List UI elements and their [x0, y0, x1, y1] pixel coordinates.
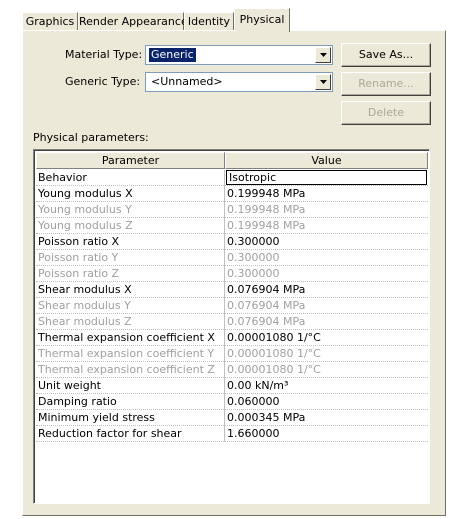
generic-type-value: <Unnamed> [151, 75, 223, 88]
parameter-name: Minimum yield stress [36, 410, 225, 426]
table-row[interactable]: Young modulus X 0.199948 MPa [36, 186, 428, 202]
table-row[interactable]: Thermal expansion coefficient X 0.0000108… [36, 330, 428, 346]
table-row[interactable]: Behavior Isotropic [36, 170, 428, 186]
grid-header: Parameter Value [36, 152, 428, 169]
dropdown-arrow-icon[interactable] [315, 74, 331, 90]
parameters-grid: Parameter Value Behavior Isotropic Young m… [33, 149, 430, 504]
parameter-value: 0.00001080 1/°C [227, 347, 321, 360]
parameter-value[interactable]: 0.076904 MPa [225, 282, 428, 298]
table-row[interactable]: Minimum yield stress 0.000345 MPa [36, 410, 428, 426]
table-row[interactable]: Shear modulus Z 0.076904 MPa [36, 314, 428, 330]
parameter-value: 0.300000 [227, 267, 280, 280]
table-row[interactable]: Young modulus Z 0.199948 MPa [36, 218, 428, 234]
grid-rows: Behavior Isotropic Young modulus X 0.199948… [36, 170, 428, 442]
parameter-name: Behavior [36, 170, 225, 186]
tab-label: Physical [239, 13, 285, 26]
parameter-column-header[interactable]: Parameter [36, 152, 225, 169]
table-row[interactable]: Shear modulus Y 0.076904 MPa [36, 298, 428, 314]
parameter-name: Reduction factor for shear [36, 426, 225, 442]
material-type-value: Generic [149, 48, 196, 62]
parameter-value: 0.076904 MPa [227, 299, 306, 312]
parameter-name: Poisson ratio X [36, 234, 225, 250]
physical-parameters-label: Physical parameters: [33, 131, 149, 144]
tab-label: Render Appearance [79, 15, 188, 28]
table-row[interactable]: Young modulus Y 0.199948 MPa [36, 202, 428, 218]
rename-button[interactable]: Rename... [341, 72, 431, 96]
tab-label: Graphics [25, 15, 75, 28]
parameter-value[interactable]: 0.300000 [225, 234, 428, 250]
parameter-name: Young modulus Y [36, 202, 225, 218]
generic-type-select[interactable]: <Unnamed> [145, 72, 333, 92]
tab-identity[interactable]: Identity [184, 12, 234, 30]
material-type-select[interactable]: Generic [145, 45, 333, 65]
parameter-value[interactable]: 0.000345 MPa [225, 410, 428, 426]
parameter-name: Young modulus Z [36, 218, 225, 234]
parameter-name: Shear modulus Y [36, 298, 225, 314]
delete-label: Delete [367, 106, 405, 119]
parameter-value: 0.00001080 1/°C [227, 363, 321, 376]
tab-physical[interactable]: Physical [234, 8, 290, 32]
parameter-value: 0.076904 MPa [227, 315, 306, 328]
parameter-value[interactable]: 1.660000 [225, 426, 428, 442]
table-row[interactable]: Thermal expansion coefficient Z 0.0000108… [36, 362, 428, 378]
parameter-name: Thermal expansion coefficient Y [36, 346, 225, 362]
parameter-value[interactable]: 0.060000 [225, 394, 428, 410]
parameter-value: 0.199948 MPa [227, 219, 306, 232]
tab-label: Identity [187, 15, 231, 28]
parameter-name: Shear modulus Z [36, 314, 225, 330]
parameter-name: Thermal expansion coefficient X [36, 330, 225, 346]
parameter-name: Damping ratio [36, 394, 225, 410]
parameter-value[interactable]: 0.199948 MPa [225, 186, 428, 202]
table-row[interactable]: Poisson ratio X 0.300000 [36, 234, 428, 250]
parameter-name: Poisson ratio Y [36, 250, 225, 266]
tab-graphics[interactable]: Graphics [22, 12, 78, 30]
parameter-name: Young modulus X [36, 186, 225, 202]
save-as-label: Save As... [358, 48, 414, 61]
parameter-name: Unit weight [36, 378, 225, 394]
rename-label: Rename... [358, 77, 414, 90]
parameter-value[interactable]: 0.00 kN/m³ [225, 378, 428, 394]
tab-render-appearance[interactable]: Render Appearance [78, 12, 188, 30]
parameter-name: Shear modulus X [36, 282, 225, 298]
table-row[interactable]: Unit weight 0.00 kN/m³ [36, 378, 428, 394]
table-row[interactable]: Reduction factor for shear 1.660000 [36, 426, 428, 442]
table-row[interactable]: Thermal expansion coefficient Y 0.0000108… [36, 346, 428, 362]
dropdown-arrow-icon[interactable] [315, 47, 331, 63]
material-type-label: Material Type: [65, 48, 143, 61]
parameter-value[interactable]: 0.00001080 1/°C [225, 330, 428, 346]
parameter-name: Poisson ratio Z [36, 266, 225, 282]
table-row[interactable]: Poisson ratio Z 0.300000 [36, 266, 428, 282]
parameter-value: 0.300000 [227, 251, 280, 264]
physical-panel: Material Type: Generic Save As... Generi… [22, 30, 446, 516]
delete-button[interactable]: Delete [341, 101, 431, 125]
save-as-button[interactable]: Save As... [341, 43, 431, 67]
generic-type-label: Generic Type: [65, 75, 141, 88]
parameter-name: Thermal expansion coefficient Z [36, 362, 225, 378]
behavior-value-editor[interactable]: Isotropic [226, 170, 427, 185]
table-row[interactable]: Damping ratio 0.060000 [36, 394, 428, 410]
table-row[interactable]: Shear modulus X 0.076904 MPa [36, 282, 428, 298]
parameter-value[interactable]: Isotropic [225, 170, 428, 186]
tab-strip: Graphics Render Appearance Identity Phys… [0, 8, 460, 32]
value-column-header[interactable]: Value [225, 152, 428, 169]
table-row[interactable]: Poisson ratio Y 0.300000 [36, 250, 428, 266]
parameter-value: 0.199948 MPa [227, 203, 306, 216]
